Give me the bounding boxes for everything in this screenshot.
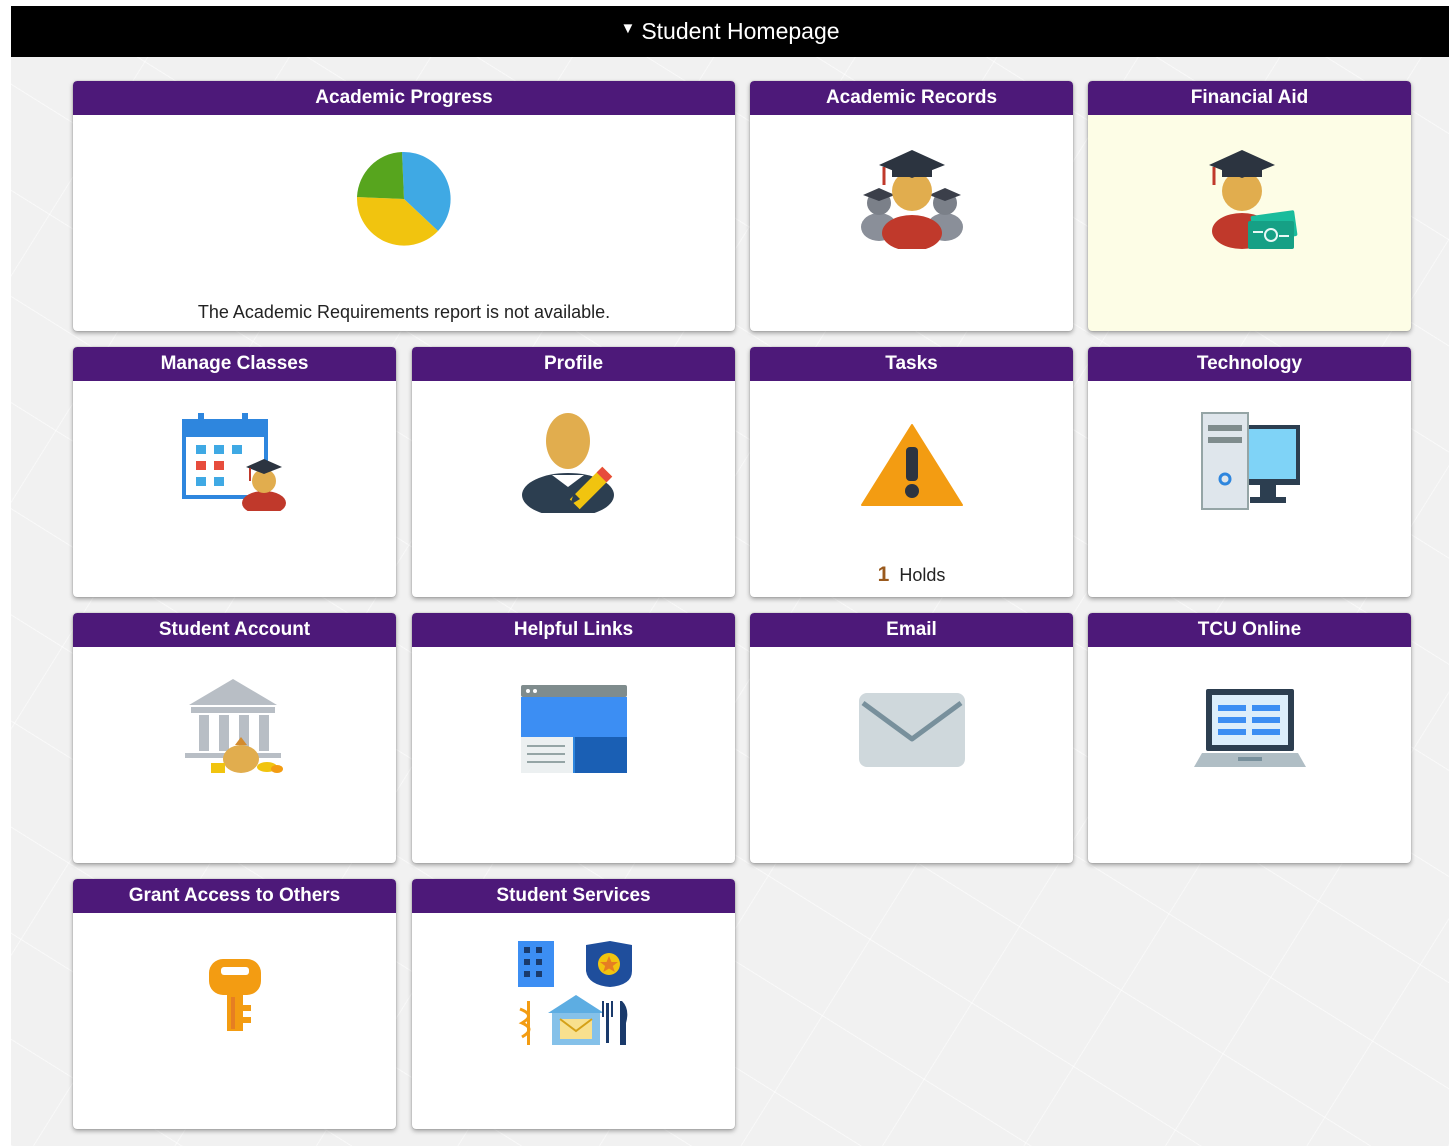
tile-title: TCU Online	[1088, 613, 1411, 647]
tile-title: Email	[750, 613, 1073, 647]
tile-title: Technology	[1088, 347, 1411, 381]
holds-count: 1	[877, 563, 890, 586]
page-header[interactable]: ▼ Student Homepage	[11, 6, 1449, 57]
tile-title: Student Services	[412, 879, 735, 913]
tile-tcu-online[interactable]: TCU Online	[1088, 613, 1411, 863]
tile-workspace: Academic Progress The Academic Requireme…	[11, 57, 1449, 1146]
bank-icon	[184, 679, 283, 773]
tile-grant-access[interactable]: Grant Access to Others	[73, 879, 396, 1129]
graduate-money-icon	[1208, 150, 1297, 249]
tile-financial-aid[interactable]: Financial Aid	[1088, 81, 1411, 331]
calendar-student-icon	[181, 413, 286, 511]
graduates-group-icon	[860, 150, 963, 249]
page-title: Student Homepage	[641, 18, 840, 44]
tile-manage-classes[interactable]: Manage Classes	[73, 347, 396, 597]
holds-label: Holds	[899, 565, 946, 585]
tile-title: Financial Aid	[1088, 81, 1411, 115]
holds-indicator[interactable]: 1 Holds	[750, 563, 1073, 587]
browser-window-icon	[520, 685, 627, 773]
key-icon	[208, 959, 261, 1031]
tile-academic-records[interactable]: Academic Records	[750, 81, 1073, 331]
services-icon	[517, 941, 632, 1045]
tile-academic-progress[interactable]: Academic Progress The Academic Requireme…	[73, 81, 735, 331]
tile-profile[interactable]: Profile	[412, 347, 735, 597]
tile-title: Academic Progress	[73, 81, 735, 115]
tile-title: Tasks	[750, 347, 1073, 381]
tile-tasks[interactable]: Tasks 1 Holds	[750, 347, 1073, 597]
tile-helpful-links[interactable]: Helpful Links	[412, 613, 735, 863]
tile-student-services[interactable]: Student Services	[412, 879, 735, 1129]
tile-title: Student Account	[73, 613, 396, 647]
tile-technology[interactable]: Technology	[1088, 347, 1411, 597]
computer-icon	[1200, 412, 1300, 510]
tile-email[interactable]: Email	[750, 613, 1073, 863]
caret-down-icon[interactable]: ▼	[620, 20, 635, 37]
warning-icon	[860, 424, 963, 506]
tile-title: Academic Records	[750, 81, 1073, 115]
pie-chart-icon	[356, 151, 451, 246]
academic-requirements-message: The Academic Requirements report is not …	[197, 302, 611, 322]
envelope-icon	[858, 693, 965, 767]
tile-title: Profile	[412, 347, 735, 381]
tile-title: Grant Access to Others	[73, 879, 396, 913]
tile-student-account[interactable]: Student Account	[73, 613, 396, 863]
tile-title: Helpful Links	[412, 613, 735, 647]
person-edit-icon	[521, 413, 614, 513]
tile-title: Manage Classes	[73, 347, 396, 381]
laptop-icon	[1193, 689, 1306, 767]
